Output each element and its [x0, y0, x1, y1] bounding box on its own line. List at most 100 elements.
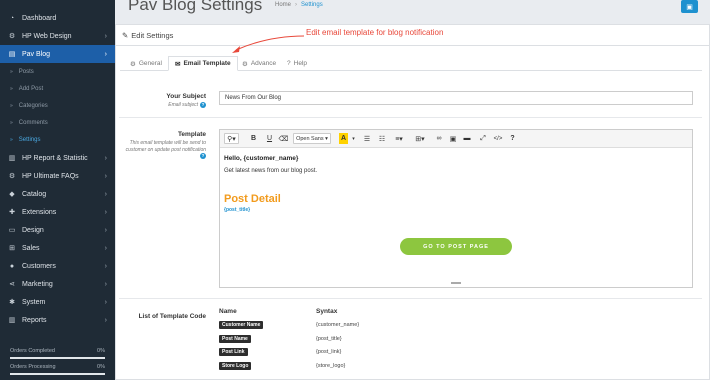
font-family-value: Open Sans	[296, 135, 324, 142]
chevron-right-icon: ›	[104, 298, 107, 306]
tab-email-template[interactable]: ✉ Email Template	[168, 56, 238, 71]
code-syntax: {post_title}	[316, 336, 342, 342]
sidebar-subitem-categories[interactable]: » Categories	[0, 97, 115, 114]
progress-bar	[10, 373, 105, 375]
sidebar-item-dashboard[interactable]: ◔ Dashboard	[0, 9, 115, 27]
sidebar-item-marketing[interactable]: ⋖ Marketing ›	[0, 275, 115, 293]
breadcrumb: Home › Settings	[275, 2, 323, 8]
tab-label: General	[138, 60, 162, 67]
code-name-badge: Store Logo	[219, 362, 252, 370]
sidebar-item-pav-blog[interactable]: ▤ Pav Blog ›	[0, 45, 115, 63]
stat-orders-completed: Orders Completed 0%	[10, 348, 105, 359]
angle-double-right-icon: »	[10, 136, 13, 143]
resize-handle[interactable]	[451, 282, 461, 284]
breadcrumb-home[interactable]: Home	[275, 2, 291, 8]
sidebar-item-catalog[interactable]: ◆ Catalog ›	[0, 185, 115, 203]
sidebar-item-reports[interactable]: ▥ Reports ›	[0, 311, 115, 329]
chevron-right-icon: ›	[104, 32, 107, 40]
cogs-icon: ⚙	[8, 33, 16, 40]
tab-help[interactable]: ? Help	[287, 56, 307, 71]
code-view-button[interactable]: </>	[492, 133, 504, 144]
fullscreen-button[interactable]: ⤢	[478, 133, 488, 144]
eraser-icon: ⌫	[278, 135, 289, 143]
chevron-right-icon: ›	[104, 262, 107, 270]
sidebar-item-customers[interactable]: ● Customers ›	[0, 257, 115, 275]
text-color-button[interactable]: A	[339, 133, 348, 144]
cogs-icon: ⚙	[8, 173, 16, 180]
monitor-icon: ▭	[8, 227, 16, 234]
sidebar-item-extensions[interactable]: ✚ Extensions ›	[0, 203, 115, 221]
cog-icon: ✱	[9, 299, 15, 306]
template-help: This email template will be send to cust…	[112, 140, 206, 160]
stat-orders-processing: Orders Processing 0%	[10, 364, 105, 375]
template-label: Template	[177, 131, 206, 138]
angle-double-right-icon: »	[10, 68, 13, 75]
page-title: Pav Blog Settings	[128, 0, 263, 14]
angle-double-right-icon: »	[10, 85, 13, 92]
video-icon: ▬	[463, 135, 471, 142]
table-icon: ⊞▾	[415, 135, 425, 143]
annotation-arrow-icon	[232, 35, 305, 53]
sidebar-subitem-label: Add Post	[18, 85, 44, 92]
table-button[interactable]: ⊞▾	[413, 133, 427, 144]
eraser-button[interactable]: ⌫	[278, 133, 289, 144]
paragraph-button[interactable]: ≡▾	[392, 133, 406, 144]
sidebar-item-label: Catalog	[22, 190, 47, 198]
sidebar-item-label: Design	[22, 226, 44, 234]
sidebar-subitem-posts[interactable]: » Posts	[0, 63, 115, 80]
sidebar-item-label: Reports	[22, 316, 47, 324]
sidebar-item-label: Extensions	[22, 208, 57, 216]
sidebar-subitem-settings[interactable]: » Settings	[0, 131, 115, 148]
tab-advance[interactable]: ⚙ Advance	[242, 56, 276, 71]
image-button[interactable]: ▣	[448, 133, 458, 144]
sidebar-item-sales[interactable]: ⊞ Sales ›	[0, 239, 115, 257]
underline-icon: U	[266, 135, 273, 142]
fullscreen-icon: ⤢	[480, 134, 486, 142]
share-icon: ⋖	[9, 281, 15, 288]
sidebar-item-hp-report[interactable]: ▥ HP Report & Statistic ›	[0, 149, 115, 167]
email-intro: Get latest news from our blog post.	[224, 168, 318, 174]
sidebar-item-hp-faqs[interactable]: ⚙ HP Ultimate FAQs ›	[0, 167, 115, 185]
sidebar-item-label: System	[22, 298, 46, 306]
sidebar-item-system[interactable]: ✱ System ›	[0, 293, 115, 311]
sidebar-subitem-comments[interactable]: » Comments	[0, 114, 115, 131]
video-button[interactable]: ▬	[462, 133, 472, 144]
sidebar-item-label: Customers	[22, 262, 56, 270]
sidebar-item-label: HP Report & Statistic	[22, 154, 88, 162]
chevron-right-icon: ›	[104, 226, 107, 234]
puzzle-icon: ✚	[9, 209, 15, 216]
sidebar-subitem-label: Categories	[18, 102, 48, 109]
sidebar-item-label: Dashboard	[22, 14, 57, 22]
tab-general[interactable]: ⚙ General	[130, 56, 162, 71]
bold-button[interactable]: B	[249, 133, 258, 144]
sidebar-item-label: Marketing	[22, 280, 53, 288]
sidebar-subitem-add-post[interactable]: » Add Post	[0, 80, 115, 97]
chevron-right-icon: ›	[104, 50, 107, 58]
color-dropdown[interactable]: ▾	[350, 133, 357, 144]
link-button[interactable]: ∞	[434, 133, 444, 144]
template-editor[interactable]: ⚲▾ B U ⌫ Open Sans ▾ A ▾ ☰ ☷ ≡▾ ⊞▾ ∞ ▣ ▬…	[219, 129, 693, 288]
magic-wand-button[interactable]: ⚲▾	[224, 133, 239, 144]
sidebar-item-design[interactable]: ▭ Design ›	[0, 221, 115, 239]
chevron-right-icon: ›	[104, 172, 107, 180]
question-circle-icon: ?	[200, 153, 206, 159]
codes-header-syntax: Syntax	[316, 308, 338, 315]
subject-input[interactable]: News From Our Blog	[219, 91, 693, 105]
caret-down-icon: ▾	[352, 135, 355, 142]
sidebar-item-hp-web-design[interactable]: ⚙ HP Web Design ›	[0, 27, 115, 45]
bar-chart-icon: ▥	[8, 317, 16, 324]
sidebar-item-label: HP Ultimate FAQs	[22, 172, 79, 180]
font-family-select[interactable]: Open Sans ▾	[293, 133, 331, 144]
align-icon: ≡▾	[395, 135, 403, 143]
envelope-icon: ✉	[175, 60, 181, 68]
underline-button[interactable]: U	[265, 133, 274, 144]
save-button[interactable]: ▣	[681, 0, 698, 13]
help-button[interactable]: ?	[508, 133, 517, 144]
go-to-post-button[interactable]: GO TO POST PAGE	[400, 238, 512, 255]
blog-icon: ▤	[8, 51, 16, 58]
tab-label: Email Template	[183, 60, 231, 67]
ordered-list-button[interactable]: ☷	[377, 133, 387, 144]
unordered-list-button[interactable]: ☰	[362, 133, 372, 144]
sidebar-item-label: Sales	[22, 244, 40, 252]
breadcrumb-settings[interactable]: Settings	[301, 2, 323, 8]
